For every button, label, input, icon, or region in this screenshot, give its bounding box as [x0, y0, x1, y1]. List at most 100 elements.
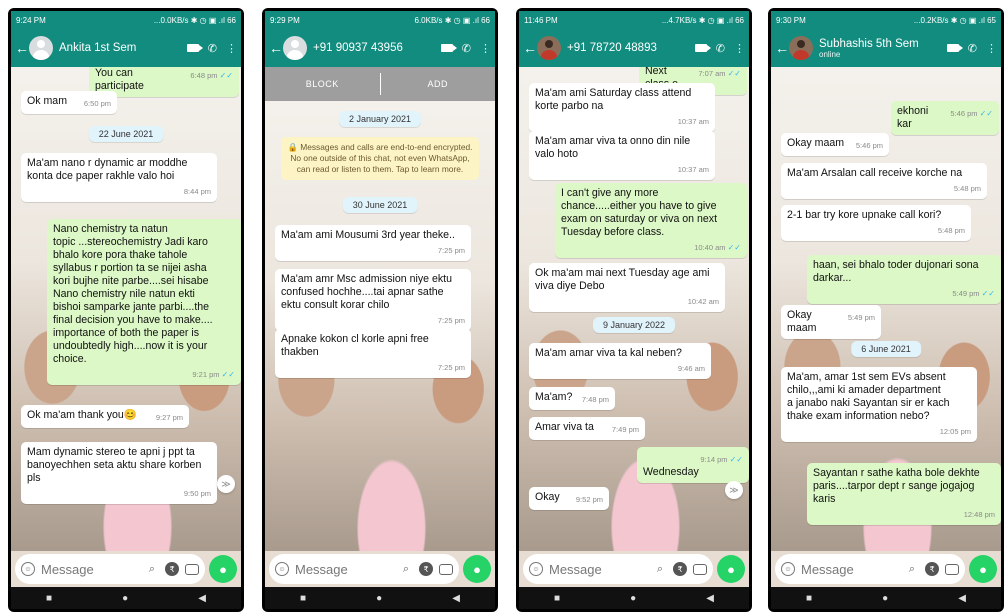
message-incoming[interactable]: Ma'am amar viva ta kal neben? 9:46 am [529, 343, 711, 379]
avatar[interactable] [537, 36, 561, 60]
camera-icon[interactable] [439, 563, 453, 575]
encryption-notice[interactable]: 🔒 Messages and calls are end-to-end encr… [281, 137, 479, 180]
message-outgoing[interactable]: Sayantan r sathe katha bole dekhte paris… [807, 463, 1001, 525]
nav-back-icon[interactable]: ◀ [958, 593, 966, 604]
message-list[interactable]: 6:48 pm ✓✓ You can participate 6:50 pm Ok … [11, 67, 241, 551]
message-incoming[interactable]: 2-1 bar try kore upnake call kori? 5:48 p… [781, 205, 971, 241]
attach-icon[interactable]: ⌕ [399, 562, 413, 576]
chat-header: ← Ankita 1st Sem ✆ ⋮ [11, 29, 241, 67]
phone-icon[interactable]: ✆ [716, 42, 725, 55]
video-call-icon[interactable] [946, 44, 963, 52]
mic-icon[interactable]: ● [969, 555, 997, 583]
message-input[interactable]: ☺ Message ⌕ ₹ [523, 554, 713, 584]
message-outgoing[interactable]: Nano chemistry ta natun topic ...stereoc… [47, 219, 241, 385]
nav-back-icon[interactable]: ◀ [706, 593, 714, 604]
message-incoming[interactable]: Apnake kokon cl korle apni free thakben 7… [275, 329, 471, 378]
message-outgoing[interactable]: 5:46 pm ✓✓ ekhoni kar [891, 101, 999, 135]
message-incoming[interactable]: 9:27 pm Ok ma'am thank you😊 [21, 405, 189, 428]
rupee-icon[interactable]: ₹ [419, 562, 433, 576]
camera-icon[interactable] [185, 563, 199, 575]
rupee-icon[interactable]: ₹ [165, 562, 179, 576]
nav-recents-icon[interactable]: ■ [46, 593, 52, 604]
back-arrow-icon[interactable]: ← [523, 40, 537, 56]
nav-back-icon[interactable]: ◀ [198, 593, 206, 604]
mic-icon[interactable]: ● [463, 555, 491, 583]
message-incoming[interactable]: 7:48 pm Ma'am? [529, 387, 615, 410]
more-vert-icon[interactable]: ⋮ [986, 42, 997, 55]
attach-icon[interactable]: ⌕ [653, 562, 667, 576]
more-vert-icon[interactable]: ⋮ [734, 42, 745, 55]
message-incoming[interactable]: Ma'am amr Msc admission niye ektu confus… [275, 269, 471, 331]
message-incoming[interactable]: 5:46 pm Okay maam [781, 133, 889, 156]
back-arrow-icon[interactable]: ← [269, 40, 283, 56]
add-contact-button[interactable]: ADD [381, 67, 496, 101]
message-time: 10:37 am [677, 117, 709, 126]
message-incoming[interactable]: 7:49 pm Amar viva ta [529, 417, 645, 440]
message-incoming[interactable]: Mam dynamic stereo te apni j ppt ta bano… [21, 442, 217, 504]
more-vert-icon[interactable]: ⋮ [480, 42, 491, 55]
message-text: Ma'am ami Saturday class attend korte pa… [535, 87, 692, 112]
camera-icon[interactable] [945, 563, 959, 575]
message-incoming[interactable]: Ma'am ami Mousumi 3rd year theke.. 7:25 p… [275, 225, 471, 261]
phone-icon[interactable]: ✆ [462, 42, 471, 55]
message-incoming[interactable]: Ma'am amar viva ta onno din nile valo ho… [529, 131, 715, 180]
scroll-down-icon[interactable]: ≫ [217, 475, 235, 493]
message-incoming[interactable]: Ma'am, amar 1st sem EVs absent chilo,,,a… [781, 367, 977, 442]
attach-icon[interactable]: ⌕ [905, 562, 919, 576]
nav-home-icon[interactable]: ● [882, 593, 888, 604]
message-incoming[interactable]: 9:52 pm Okay [529, 487, 609, 510]
nav-home-icon[interactable]: ● [630, 593, 636, 604]
emoji-icon[interactable]: ☺ [781, 562, 795, 576]
message-outgoing[interactable]: haan, sei bhalo toder dujonari sona dark… [807, 255, 1001, 304]
emoji-icon[interactable]: ☺ [529, 562, 543, 576]
message-incoming[interactable]: Ok ma'am mai next Tuesday age ami viva d… [529, 263, 725, 312]
message-outgoing[interactable]: I can't give any more chance.....either … [555, 183, 747, 258]
contact-info[interactable]: +91 78720 48893 [567, 42, 695, 54]
nav-home-icon[interactable]: ● [122, 593, 128, 604]
mic-icon[interactable]: ● [209, 555, 237, 583]
rupee-icon[interactable]: ₹ [673, 562, 687, 576]
contact-info[interactable]: Subhashis 5th Sem online [819, 38, 947, 59]
message-text: Sayantan r sathe katha bole dekhte paris… [813, 467, 980, 505]
message-incoming[interactable]: 5:49 pm Okay maam [781, 305, 881, 339]
message-list[interactable]: 2 January 2021 🔒 Messages and calls are … [265, 101, 495, 551]
video-call-icon[interactable] [440, 44, 457, 52]
message-input[interactable]: ☺ Message ⌕ ₹ [775, 554, 965, 584]
video-call-icon[interactable] [694, 44, 711, 52]
rupee-icon[interactable]: ₹ [925, 562, 939, 576]
message-incoming[interactable]: Ma'am ami Saturday class attend korte pa… [529, 83, 715, 132]
message-incoming[interactable]: Ma'am nano r dynamic ar moddhe konta dce… [21, 153, 217, 202]
nav-recents-icon[interactable]: ■ [806, 593, 812, 604]
avatar[interactable] [283, 36, 307, 60]
message-incoming[interactable]: Ma'am Arsalan call receive korche na 5:48… [781, 163, 987, 199]
video-call-icon[interactable] [186, 44, 203, 52]
scroll-down-icon[interactable]: ≫ [725, 481, 743, 499]
avatar[interactable] [29, 36, 53, 60]
back-arrow-icon[interactable]: ← [15, 40, 29, 56]
message-input[interactable]: ☺ Message ⌕ ₹ [269, 554, 459, 584]
contact-info[interactable]: +91 90937 43956 [313, 42, 441, 54]
attach-icon[interactable]: ⌕ [145, 562, 159, 576]
phone-icon[interactable]: ✆ [208, 42, 217, 55]
nav-recents-icon[interactable]: ■ [554, 593, 560, 604]
contact-info[interactable]: Ankita 1st Sem [59, 42, 187, 54]
message-incoming[interactable]: 6:50 pm Ok mam [21, 91, 117, 114]
emoji-icon[interactable]: ☺ [21, 562, 35, 576]
phone-icon[interactable]: ✆ [968, 42, 977, 55]
camera-icon[interactable] [693, 563, 707, 575]
system-nav-bar: ■ ● ◀ [265, 587, 495, 609]
more-vert-icon[interactable]: ⋮ [226, 42, 237, 55]
avatar[interactable] [789, 36, 813, 60]
message-input[interactable]: ☺ Message ⌕ ₹ [15, 554, 205, 584]
message-time: 5:49 pm [952, 289, 980, 298]
nav-back-icon[interactable]: ◀ [452, 593, 460, 604]
nav-recents-icon[interactable]: ■ [300, 593, 306, 604]
emoji-icon[interactable]: ☺ [275, 562, 289, 576]
message-list[interactable]: 7:07 am ✓✓Next class e Ma'am ami Saturda… [519, 67, 749, 551]
mic-icon[interactable]: ● [717, 555, 745, 583]
block-button[interactable]: BLOCK [265, 67, 380, 101]
nav-home-icon[interactable]: ● [376, 593, 382, 604]
back-arrow-icon[interactable]: ← [775, 40, 789, 56]
message-list[interactable]: 5:46 pm ✓✓ ekhoni kar 5:46 pm Okay maam Ma… [771, 67, 1001, 551]
message-outgoing[interactable]: 9:14 pm ✓✓ Wednesday [637, 447, 749, 483]
